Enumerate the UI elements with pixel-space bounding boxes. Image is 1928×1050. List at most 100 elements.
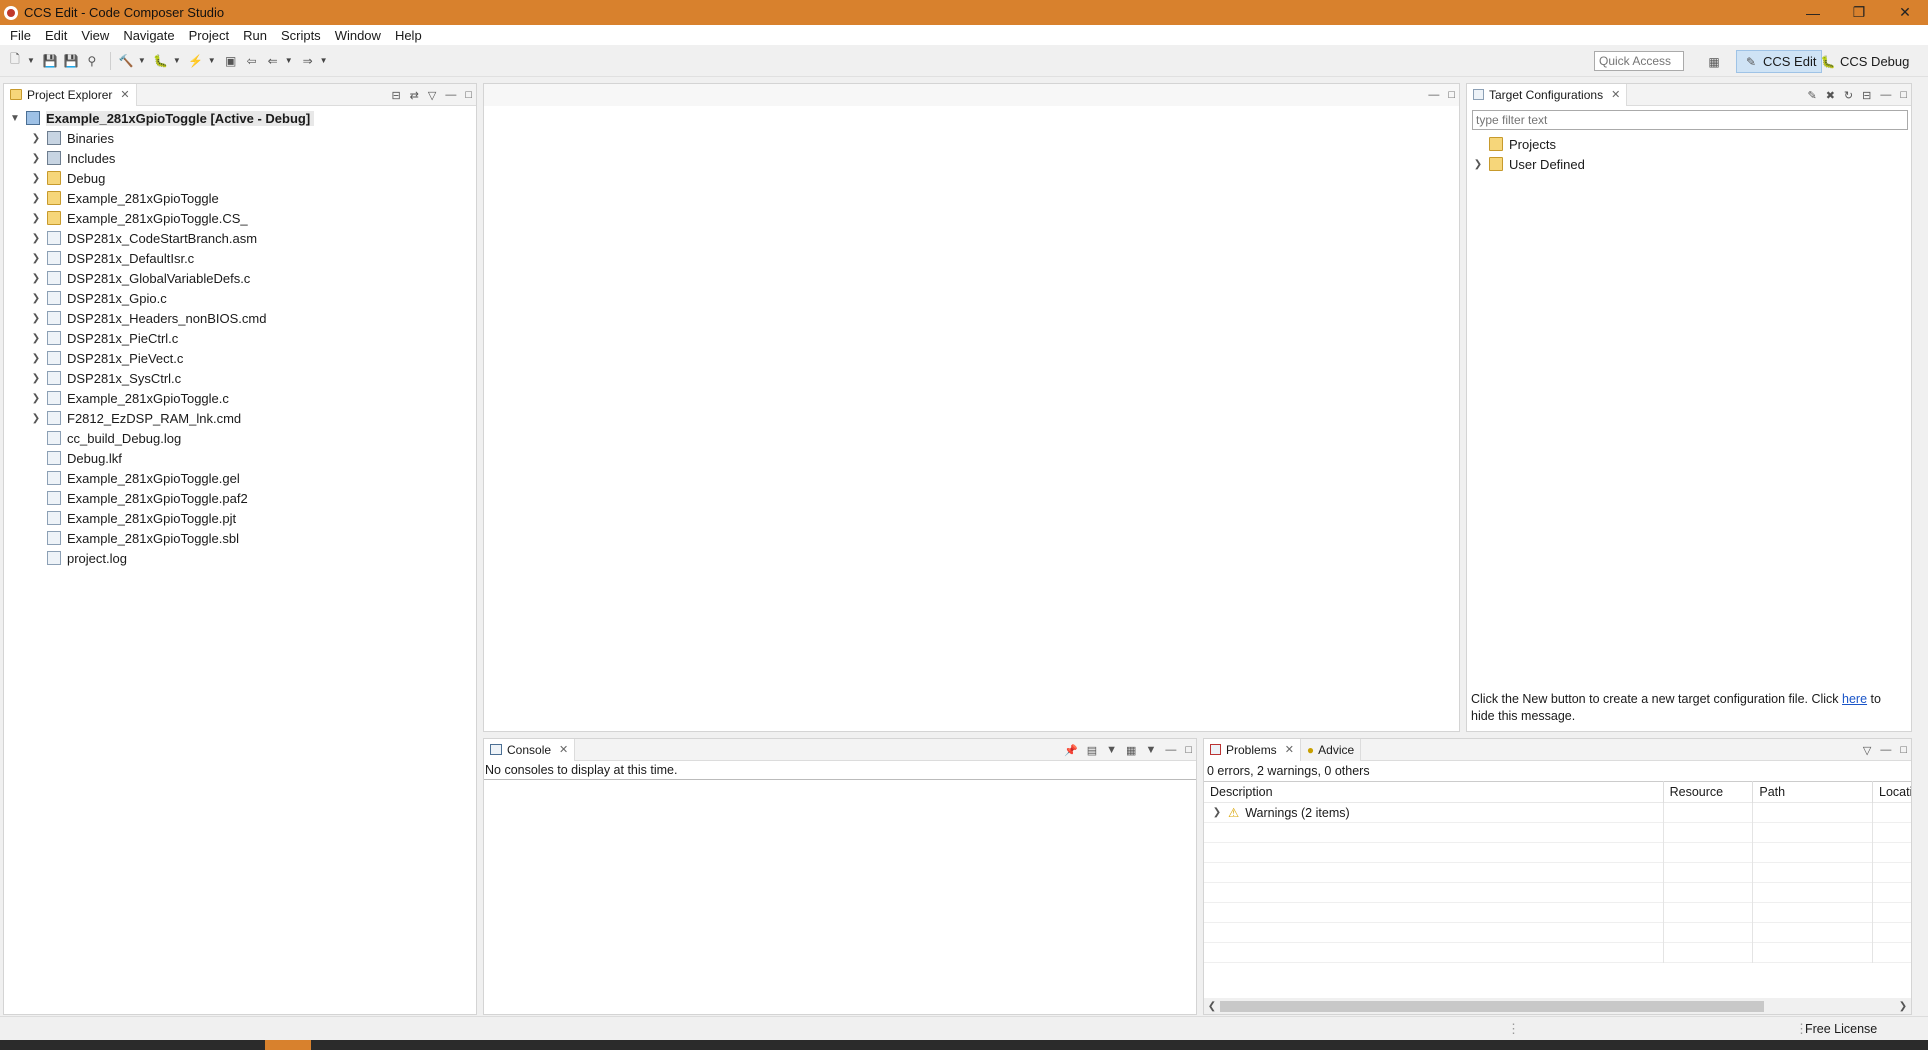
forward-dropdown-icon[interactable]: ▼ [320,56,328,65]
tree-item[interactable]: ❯ Debug [4,168,476,188]
chevron-right-icon[interactable]: ❯ [29,353,43,364]
close-icon[interactable]: ✕ [559,743,568,756]
maximize-icon[interactable]: □ [465,89,472,101]
new-config-icon[interactable]: ✎ [1807,89,1816,102]
display-console-icon[interactable]: ▤ [1087,744,1097,757]
minimize-icon[interactable]: — [1880,744,1891,756]
menu-project[interactable]: Project [182,28,236,43]
table-row[interactable]: ❯ ⚠ Warnings (2 items) [1204,802,1911,823]
tree-item[interactable]: ❯ DSP281x_Gpio.c [4,288,476,308]
debug-dropdown-icon[interactable]: ▼ [173,56,181,65]
debug-icon[interactable]: 🐛 [152,52,170,70]
build-icon[interactable]: 🔨 [117,52,135,70]
back-icon[interactable]: ⇐ [264,52,282,70]
scroll-right-icon[interactable]: ❯ [1895,1001,1911,1012]
tree-item-user-defined[interactable]: ❯ User Defined [1467,154,1911,174]
open-console-icon[interactable]: ▦ [1126,744,1136,757]
menu-navigate[interactable]: Navigate [116,28,181,43]
minimize-icon[interactable]: — [1165,744,1176,756]
tree-item[interactable]: ❯ DSP281x_Headers_nonBIOS.cmd [4,308,476,328]
tree-item[interactable]: ❯ DSP281x_PieVect.c [4,348,476,368]
tree-item[interactable]: ❯ DSP281x_GlobalVariableDefs.c [4,268,476,288]
tree-item[interactable]: project.log [4,548,476,568]
maximize-icon[interactable]: □ [1185,744,1192,756]
link-with-editor-icon[interactable]: ⇄ [410,89,419,102]
flash-icon[interactable]: ⚡ [187,52,205,70]
close-icon[interactable]: ✕ [1611,88,1620,101]
chevron-right-icon[interactable]: ❯ [29,193,43,204]
back-dropdown-icon[interactable]: ▼ [285,56,293,65]
tree-item[interactable]: ❯ Example_281xGpioToggle.c [4,388,476,408]
maximize-icon[interactable]: □ [1900,744,1907,756]
tree-item[interactable]: ❯ DSP281x_SysCtrl.c [4,368,476,388]
build-dropdown-icon[interactable]: ▼ [138,56,146,65]
tree-item[interactable]: Debug.lkf [4,448,476,468]
chevron-down-icon[interactable]: ▼ [8,113,22,124]
tab-console[interactable]: Console ✕ [484,738,576,761]
tree-item[interactable]: Example_281xGpioToggle.gel [4,468,476,488]
minimize-icon[interactable]: — [1880,89,1891,101]
tree-item[interactable]: ❯ DSP281x_CodeStartBranch.asm [4,228,476,248]
save-icon[interactable]: 💾 [41,52,59,70]
menu-file[interactable]: File [3,28,38,43]
perspective-ccs-edit[interactable]: ✎ CCS Edit [1736,50,1823,73]
refresh-icon[interactable]: ↻ [1844,89,1853,102]
search-icon[interactable]: ⚲ [83,52,101,70]
hide-message-link[interactable]: here [1842,692,1867,706]
close-icon[interactable]: ✕ [120,88,129,101]
taskbar-active-app[interactable] [265,1040,311,1050]
tree-item-projects[interactable]: Projects [1467,134,1911,154]
horizontal-scrollbar[interactable]: ❮ ❯ [1204,998,1911,1014]
collapse-all-icon[interactable]: ⊟ [391,89,400,102]
chevron-right-icon[interactable]: ❯ [1471,159,1485,170]
filter-input[interactable] [1472,110,1908,130]
view-menu-icon[interactable]: ▽ [1863,744,1871,757]
chevron-right-icon[interactable]: ❯ [29,293,43,304]
chevron-right-icon[interactable]: ❯ [29,233,43,244]
new-icon[interactable]: 🗋 [6,52,24,70]
delete-config-icon[interactable]: ✖ [1826,89,1835,102]
tree-item[interactable]: ❯ Binaries [4,128,476,148]
editor-minimize-icon[interactable]: — [1428,89,1439,101]
open-perspective-icon[interactable]: ▦ [1705,53,1723,71]
restore-button[interactable]: ❐ [1836,0,1882,25]
column-resource[interactable]: Resource [1664,781,1754,803]
chevron-right-icon[interactable]: ❯ [29,333,43,344]
pin-console-icon[interactable]: 📌 [1064,744,1078,757]
menu-run[interactable]: Run [236,28,274,43]
tree-item[interactable]: ❯ F2812_EzDSP_RAM_lnk.cmd [4,408,476,428]
chevron-right-icon[interactable]: ❯ [29,253,43,264]
close-button[interactable]: ✕ [1882,0,1928,25]
menu-edit[interactable]: Edit [38,28,74,43]
tree-item[interactable]: ❯ Example_281xGpioToggle [4,188,476,208]
save-all-icon[interactable]: 💾 [62,52,80,70]
column-path[interactable]: Path [1753,781,1874,803]
display-console-dropdown-icon[interactable]: ▼ [1106,744,1117,756]
perspective-ccs-debug[interactable]: 🐛 CCS Debug [1814,50,1914,73]
tree-item[interactable]: ❯ Example_281xGpioToggle.CS_ [4,208,476,228]
minimize-icon[interactable]: — [445,89,456,101]
tree-item[interactable]: ❯ DSP281x_DefaultIsr.c [4,248,476,268]
tree-item[interactable]: ❯ Includes [4,148,476,168]
license-status[interactable]: Free License [1805,1022,1877,1036]
chevron-right-icon[interactable]: ❯ [29,173,43,184]
chevron-right-icon[interactable]: ❯ [29,153,43,164]
scroll-left-icon[interactable]: ❮ [1204,1001,1220,1012]
forward-icon[interactable]: ⇒ [299,52,317,70]
chevron-right-icon[interactable]: ❯ [29,273,43,284]
tree-item[interactable]: Example_281xGpioToggle.pjt [4,508,476,528]
tree-item[interactable]: ❯ DSP281x_PieCtrl.c [4,328,476,348]
chevron-right-icon[interactable]: ❯ [29,373,43,384]
menu-window[interactable]: Window [328,28,388,43]
chevron-right-icon[interactable]: ❯ [29,213,43,224]
new-dropdown-icon[interactable]: ▼ [27,56,35,65]
stop-icon[interactable]: ▣ [222,52,240,70]
tree-item[interactable]: Example_281xGpioToggle.paf2 [4,488,476,508]
tree-item[interactable]: Example_281xGpioToggle.sbl [4,528,476,548]
flash-dropdown-icon[interactable]: ▼ [208,56,216,65]
collapse-icon[interactable]: ⊟ [1862,89,1871,102]
chevron-right-icon[interactable]: ❯ [29,133,43,144]
menu-view[interactable]: View [74,28,116,43]
menu-help[interactable]: Help [388,28,429,43]
chevron-right-icon[interactable]: ❯ [29,413,43,424]
